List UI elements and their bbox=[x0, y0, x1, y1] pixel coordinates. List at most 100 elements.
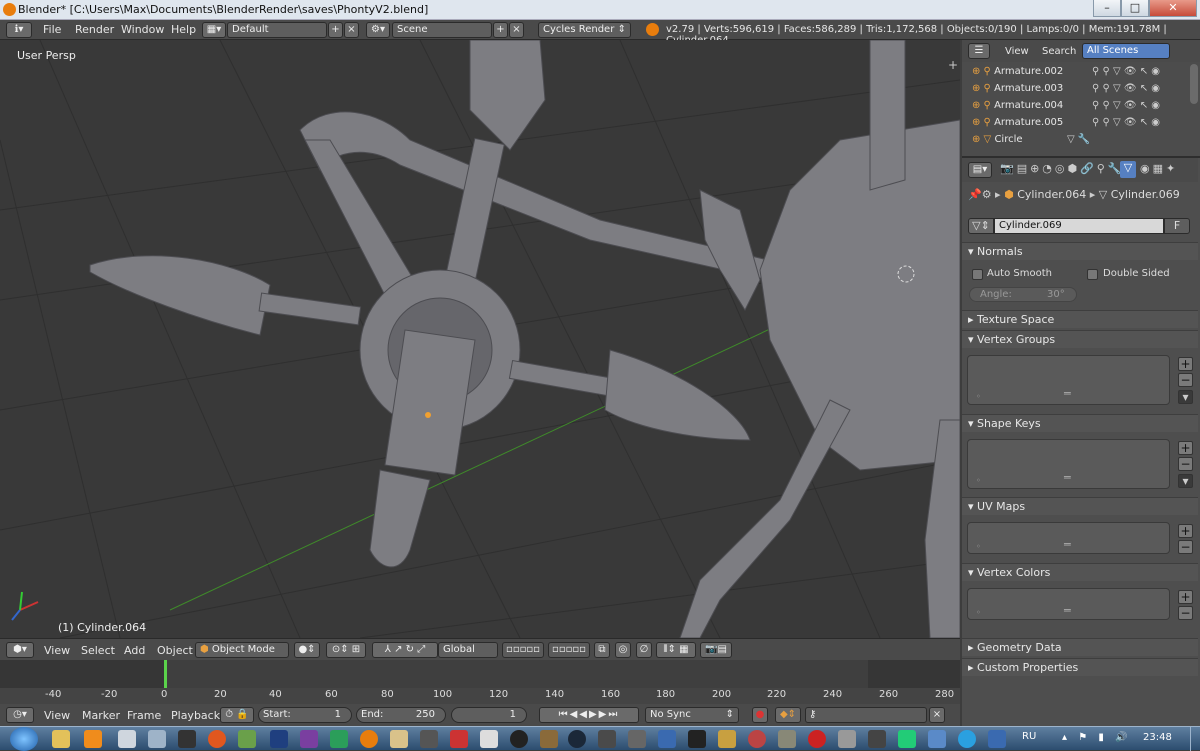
tray-icons[interactable]: ▴ ⚑ ▮ 🔊 bbox=[1062, 732, 1131, 743]
shape-key-remove-button[interactable]: − bbox=[1178, 457, 1193, 471]
scene-remove-button[interactable]: × bbox=[509, 22, 524, 38]
photoshop-taskbar-icon[interactable] bbox=[270, 730, 288, 748]
timeline-menu-playback[interactable]: Playback bbox=[171, 709, 220, 722]
view3d-menu-object[interactable]: Object bbox=[157, 644, 193, 657]
app-taskbar-icon[interactable] bbox=[628, 730, 646, 748]
view3d-menu-select[interactable]: Select bbox=[81, 644, 115, 657]
snap-element-select[interactable]: ⫴⇕ ▦ bbox=[656, 642, 696, 658]
screen-layout-icon[interactable]: ▦▾ bbox=[202, 22, 226, 38]
outliner-scrollbar[interactable] bbox=[1190, 64, 1198, 104]
auto-smooth-checkbox[interactable] bbox=[972, 269, 983, 280]
skype-taskbar-icon[interactable] bbox=[958, 730, 976, 748]
keying-set-field[interactable]: ⚷ bbox=[805, 707, 927, 723]
timeline-menu-frame[interactable]: Frame bbox=[127, 709, 161, 722]
app-taskbar-icon[interactable] bbox=[988, 730, 1006, 748]
shape-keys-list[interactable]: ═ ◦ bbox=[967, 439, 1170, 489]
menu-help[interactable]: Help bbox=[171, 23, 196, 36]
playback-controls[interactable]: ⏮◀◀▶▶⏭ bbox=[539, 707, 639, 723]
close-button[interactable]: ✕ bbox=[1149, 0, 1197, 17]
app-taskbar-icon[interactable] bbox=[238, 730, 256, 748]
show-desktop-button[interactable] bbox=[1190, 727, 1200, 751]
app-taskbar-icon[interactable] bbox=[838, 730, 856, 748]
scene-field[interactable]: Scene bbox=[392, 22, 492, 38]
angle-field[interactable]: Angle: 30° bbox=[969, 287, 1077, 302]
viewport-plus-icon[interactable]: + bbox=[948, 58, 958, 72]
mesh-data-tab-icon[interactable]: ▽ bbox=[1120, 161, 1136, 178]
maximize-button[interactable]: □ bbox=[1121, 0, 1149, 17]
outliner-row[interactable]: ⊕ ⚲ Armature.003 ⚲ ⚲ ▽ 👁 ↖ ◉ bbox=[972, 81, 1192, 97]
lock-layers-icon[interactable]: ⧉ bbox=[594, 642, 610, 658]
vertex-color-remove-button[interactable]: − bbox=[1178, 606, 1193, 620]
list-resize-handle[interactable]: ═ bbox=[1064, 387, 1071, 400]
row-visibility-icons[interactable]: ⚲ ⚲ ▽ 👁 ↖ ◉ bbox=[1092, 64, 1160, 80]
3d-viewport[interactable]: User Persp (1) Cylinder.064 + bbox=[0, 40, 960, 638]
fake-user-button[interactable]: F bbox=[1164, 218, 1190, 234]
current-frame-marker[interactable] bbox=[164, 660, 167, 688]
timeline-editor[interactable]: -40 -20 0 20 40 60 80 100 120 140 160 18… bbox=[0, 660, 960, 704]
shape-key-menu-button[interactable]: ▾ bbox=[1178, 474, 1193, 488]
panel-vertex-groups-header[interactable]: ▾ Vertex Groups bbox=[962, 330, 1198, 348]
list-filter-icon[interactable]: ◦ bbox=[976, 476, 981, 485]
more-tab-icons[interactable]: ◉▦✦ bbox=[1140, 162, 1178, 175]
manipulator-buttons[interactable]: ⅄ ↗ ↻ ⤢ bbox=[372, 642, 438, 658]
panel-geometry-data-header[interactable]: ▸ Geometry Data bbox=[962, 638, 1198, 656]
app-taskbar-icon[interactable] bbox=[118, 730, 136, 748]
app-taskbar-icon[interactable] bbox=[330, 730, 348, 748]
timeline-editor-icon[interactable]: ◷▾ bbox=[6, 707, 34, 723]
app-taskbar-icon[interactable] bbox=[598, 730, 616, 748]
context-tab-icons[interactable]: 📷▤⊕◔◎⬢🔗⚲🔧 bbox=[1000, 162, 1125, 175]
app-taskbar-icon[interactable] bbox=[718, 730, 736, 748]
vertex-colors-list[interactable]: ═ ◦ bbox=[967, 588, 1170, 620]
vertex-group-menu-button[interactable]: ▾ bbox=[1178, 390, 1193, 404]
app-taskbar-icon[interactable] bbox=[540, 730, 558, 748]
vertex-group-add-button[interactable]: + bbox=[1178, 357, 1193, 371]
double-sided-checkbox[interactable] bbox=[1087, 269, 1098, 280]
keying-icon[interactable]: ◆⇕ bbox=[775, 707, 801, 723]
row-visibility-icons[interactable]: ⚲ ⚲ ▽ 👁 ↖ ◉ bbox=[1092, 98, 1160, 114]
menu-render[interactable]: Render bbox=[75, 23, 114, 36]
row-visibility-icons[interactable]: ⚲ ⚲ ▽ 👁 ↖ ◉ bbox=[1092, 115, 1160, 131]
layout-add-button[interactable]: + bbox=[328, 22, 343, 38]
panel-shape-keys-header[interactable]: ▾ Shape Keys bbox=[962, 414, 1198, 432]
panel-texture-space-header[interactable]: ▸ Texture Space bbox=[962, 310, 1198, 328]
app-taskbar-icon[interactable] bbox=[868, 730, 886, 748]
uv-map-add-button[interactable]: + bbox=[1178, 524, 1193, 538]
language-indicator[interactable]: RU bbox=[1022, 731, 1036, 742]
list-filter-icon[interactable]: ◦ bbox=[976, 608, 981, 617]
panel-normals-header[interactable]: ▾ Normals bbox=[962, 242, 1198, 260]
transform-orientation-select[interactable]: Global bbox=[438, 642, 498, 658]
vertex-color-add-button[interactable]: + bbox=[1178, 590, 1193, 604]
uv-map-remove-button[interactable]: − bbox=[1178, 540, 1193, 554]
panel-custom-properties-header[interactable]: ▸ Custom Properties bbox=[962, 658, 1198, 676]
outliner-menu-view[interactable]: View bbox=[1005, 46, 1029, 57]
mesh-name-field[interactable]: Cylinder.069 bbox=[994, 218, 1164, 234]
timeline-ruler[interactable]: -40 -20 0 20 40 60 80 100 120 140 160 18… bbox=[0, 688, 960, 704]
editor-type-icon[interactable]: ℹ▾ bbox=[6, 22, 32, 38]
layers-grid-left[interactable]: ▫▫▫▫▫ bbox=[502, 642, 544, 658]
blender-taskbar-icon[interactable] bbox=[360, 730, 378, 748]
timeline-menu-marker[interactable]: Marker bbox=[82, 709, 120, 722]
app-taskbar-icon[interactable] bbox=[778, 730, 796, 748]
view3d-menu-add[interactable]: Add bbox=[124, 644, 145, 657]
panel-uv-maps-header[interactable]: ▾ UV Maps bbox=[962, 497, 1198, 515]
firefox-taskbar-icon[interactable] bbox=[208, 730, 226, 748]
timeline-menu-view[interactable]: View bbox=[44, 709, 70, 722]
console-taskbar-icon[interactable] bbox=[178, 730, 196, 748]
shape-key-add-button[interactable]: + bbox=[1178, 441, 1193, 455]
uv-maps-list[interactable]: ═ ◦ bbox=[967, 522, 1170, 554]
minimize-button[interactable]: – bbox=[1093, 0, 1121, 17]
viewport-shading-select[interactable]: ●⇕ bbox=[294, 642, 320, 658]
app-taskbar-icon[interactable] bbox=[300, 730, 318, 748]
record-button[interactable]: ● bbox=[752, 707, 768, 723]
properties-editor[interactable]: ▤▾ 📷▤⊕◔◎⬢🔗⚲🔧 ▽ ◉▦✦ 📌⚙ ▸ ⬢ Cylinder.064 ▸… bbox=[962, 156, 1200, 638]
menu-window[interactable]: Window bbox=[121, 23, 164, 36]
list-filter-icon[interactable]: ◦ bbox=[976, 392, 981, 401]
row-modifier-icons[interactable]: ▽ 🔧 bbox=[1067, 132, 1090, 148]
mesh-browse-button[interactable]: ▽⇕ bbox=[968, 218, 994, 234]
outliner-filter-select[interactable]: All Scenes bbox=[1082, 43, 1170, 59]
vertex-groups-list[interactable]: ═ ◦ bbox=[967, 355, 1170, 405]
app-taskbar-icon[interactable] bbox=[420, 730, 438, 748]
menu-file[interactable]: File bbox=[43, 23, 61, 36]
proportional-edit-icon[interactable]: ◎ bbox=[615, 642, 631, 658]
list-filter-icon[interactable]: ◦ bbox=[976, 542, 981, 551]
